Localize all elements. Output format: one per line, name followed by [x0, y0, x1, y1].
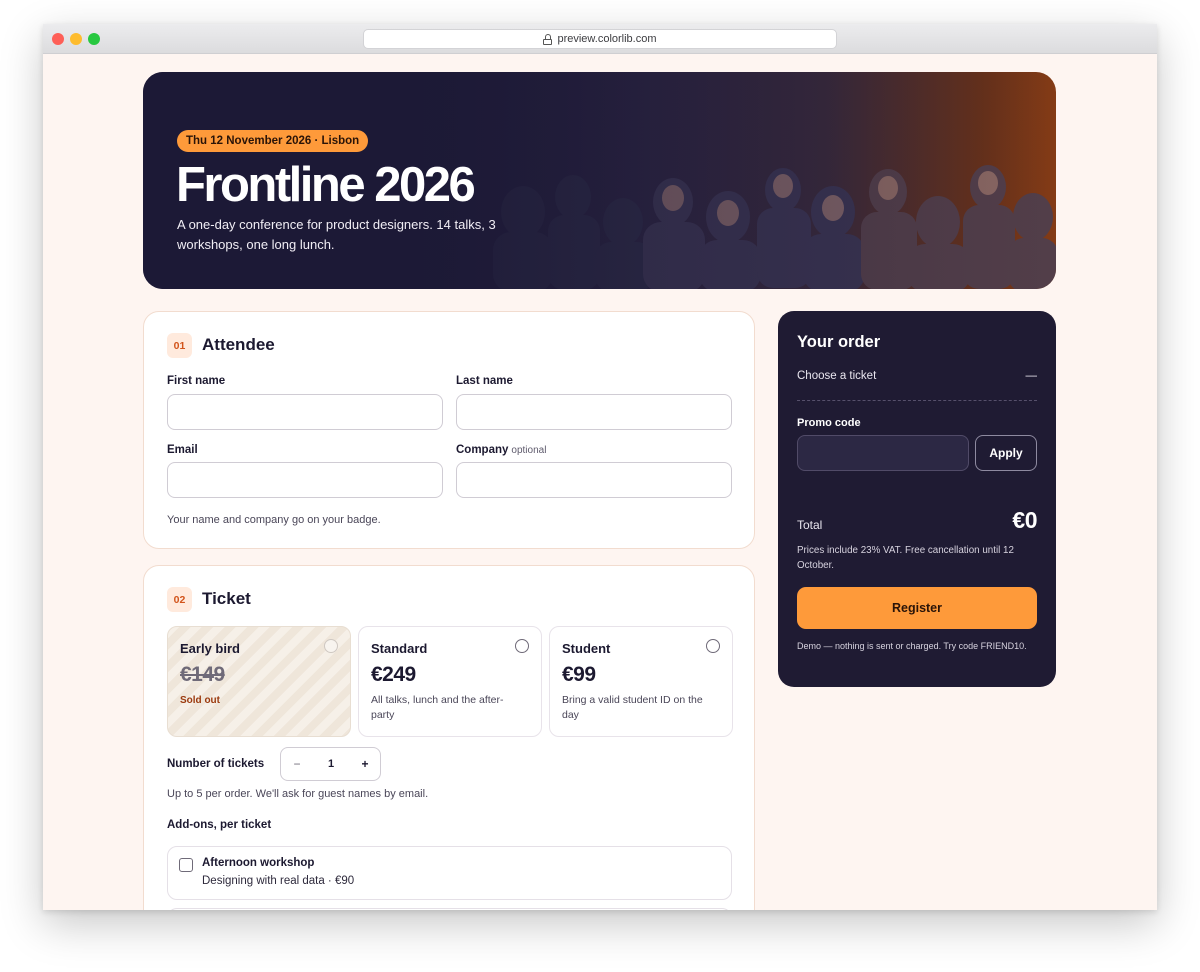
addon-afternoon-workshop[interactable]: Afternoon workshop Designing with real d…	[167, 846, 732, 900]
quantity-stepper: − 1 +	[280, 747, 381, 781]
browser-toolbar: preview.colorlib.com	[43, 24, 1157, 54]
decrease-quantity-button[interactable]: −	[281, 748, 313, 780]
ticket-price: €249	[371, 663, 416, 686]
quantity-label: Number of tickets	[167, 758, 265, 770]
addon-name: Afternoon workshop	[202, 857, 315, 869]
order-line-value: —	[1025, 370, 1038, 382]
quantity-value[interactable]: 1	[313, 748, 349, 780]
badge-helper-text: Your name and company go on your badge.	[167, 514, 381, 526]
address-url: preview.colorlib.com	[557, 33, 657, 45]
promo-code-label: Promo code	[797, 417, 861, 429]
addon-item[interactable]	[167, 908, 732, 910]
ticket-option-student[interactable]: Student €99 Bring a valid student ID on …	[549, 626, 733, 737]
ticket-radio[interactable]	[515, 639, 529, 653]
register-button[interactable]: Register	[797, 587, 1037, 629]
browser-window: preview.colorlib.com Thu 12 November 202…	[43, 24, 1157, 910]
attendee-section: 01 Attendee First name Last name Email C…	[143, 311, 755, 549]
ticket-radio[interactable]	[706, 639, 720, 653]
addon-checkbox[interactable]	[179, 858, 193, 872]
apply-promo-button[interactable]: Apply	[975, 435, 1037, 471]
order-line-label: Choose a ticket	[797, 370, 877, 382]
addon-description: Designing with real data · €90	[202, 875, 355, 887]
vat-note: Prices include 23% VAT. Free cancellatio…	[797, 545, 1014, 571]
optional-tag: optional	[511, 445, 547, 456]
ticket-name: Early bird	[180, 641, 240, 656]
ticket-price: €99	[562, 663, 596, 686]
email-label: Email	[167, 444, 198, 456]
ticket-section: 02 Ticket Early bird €149 Sold out Stand…	[143, 565, 755, 910]
ticket-radio[interactable]	[324, 639, 338, 653]
addons-title: Add-ons, per ticket	[167, 819, 272, 831]
ticket-price: €149	[180, 663, 225, 686]
page-subtitle: A one-day conference for product designe…	[177, 217, 496, 252]
section-title: Ticket	[202, 589, 251, 608]
page-title: Frontline 2026	[176, 158, 476, 212]
total-label: Total	[797, 518, 823, 532]
company-label: Company optional	[456, 444, 546, 456]
page-content: Thu 12 November 2026 · Lisbon Frontline …	[43, 54, 1157, 910]
divider	[797, 400, 1037, 401]
sold-out-label: Sold out	[180, 695, 220, 706]
order-line-item: Choose a ticket —	[797, 370, 1037, 382]
company-input[interactable]	[456, 462, 732, 498]
event-date-badge: Thu 12 November 2026 · Lisbon	[177, 130, 369, 152]
lock-icon	[543, 33, 553, 45]
ticket-option-early-bird[interactable]: Early bird €149 Sold out	[167, 626, 351, 737]
address-bar[interactable]: preview.colorlib.com	[363, 29, 837, 49]
order-title: Your order	[797, 333, 881, 351]
last-name-label: Last name	[456, 375, 513, 387]
demo-note: Demo — nothing is sent or charged. Try c…	[797, 641, 1027, 651]
company-label-text: Company	[456, 444, 509, 456]
increase-quantity-button[interactable]: +	[349, 748, 381, 780]
order-summary-panel: Your order Choose a ticket — Promo code …	[778, 311, 1056, 687]
ticket-description: All talks, lunch and the after-party	[371, 694, 504, 721]
total-value: €0	[1012, 507, 1037, 533]
hero-banner: Thu 12 November 2026 · Lisbon Frontline …	[143, 72, 1056, 289]
last-name-input[interactable]	[456, 394, 732, 430]
promo-code-input[interactable]	[797, 435, 969, 471]
section-title: Attendee	[202, 335, 275, 354]
first-name-input[interactable]	[167, 394, 443, 430]
ticket-option-standard[interactable]: Standard €249 All talks, lunch and the a…	[358, 626, 542, 737]
close-window-button[interactable]	[52, 33, 64, 45]
step-number: 01	[167, 333, 192, 358]
ticket-name: Standard	[371, 641, 428, 656]
step-number: 02	[167, 587, 192, 612]
email-input[interactable]	[167, 462, 443, 498]
ticket-description: Bring a valid student ID on the day	[562, 694, 703, 721]
first-name-label: First name	[167, 375, 226, 387]
maximize-window-button[interactable]	[88, 33, 100, 45]
ticket-name: Student	[562, 641, 611, 656]
quantity-helper-text: Up to 5 per order. We'll ask for guest n…	[167, 788, 429, 800]
minimize-window-button[interactable]	[70, 33, 82, 45]
